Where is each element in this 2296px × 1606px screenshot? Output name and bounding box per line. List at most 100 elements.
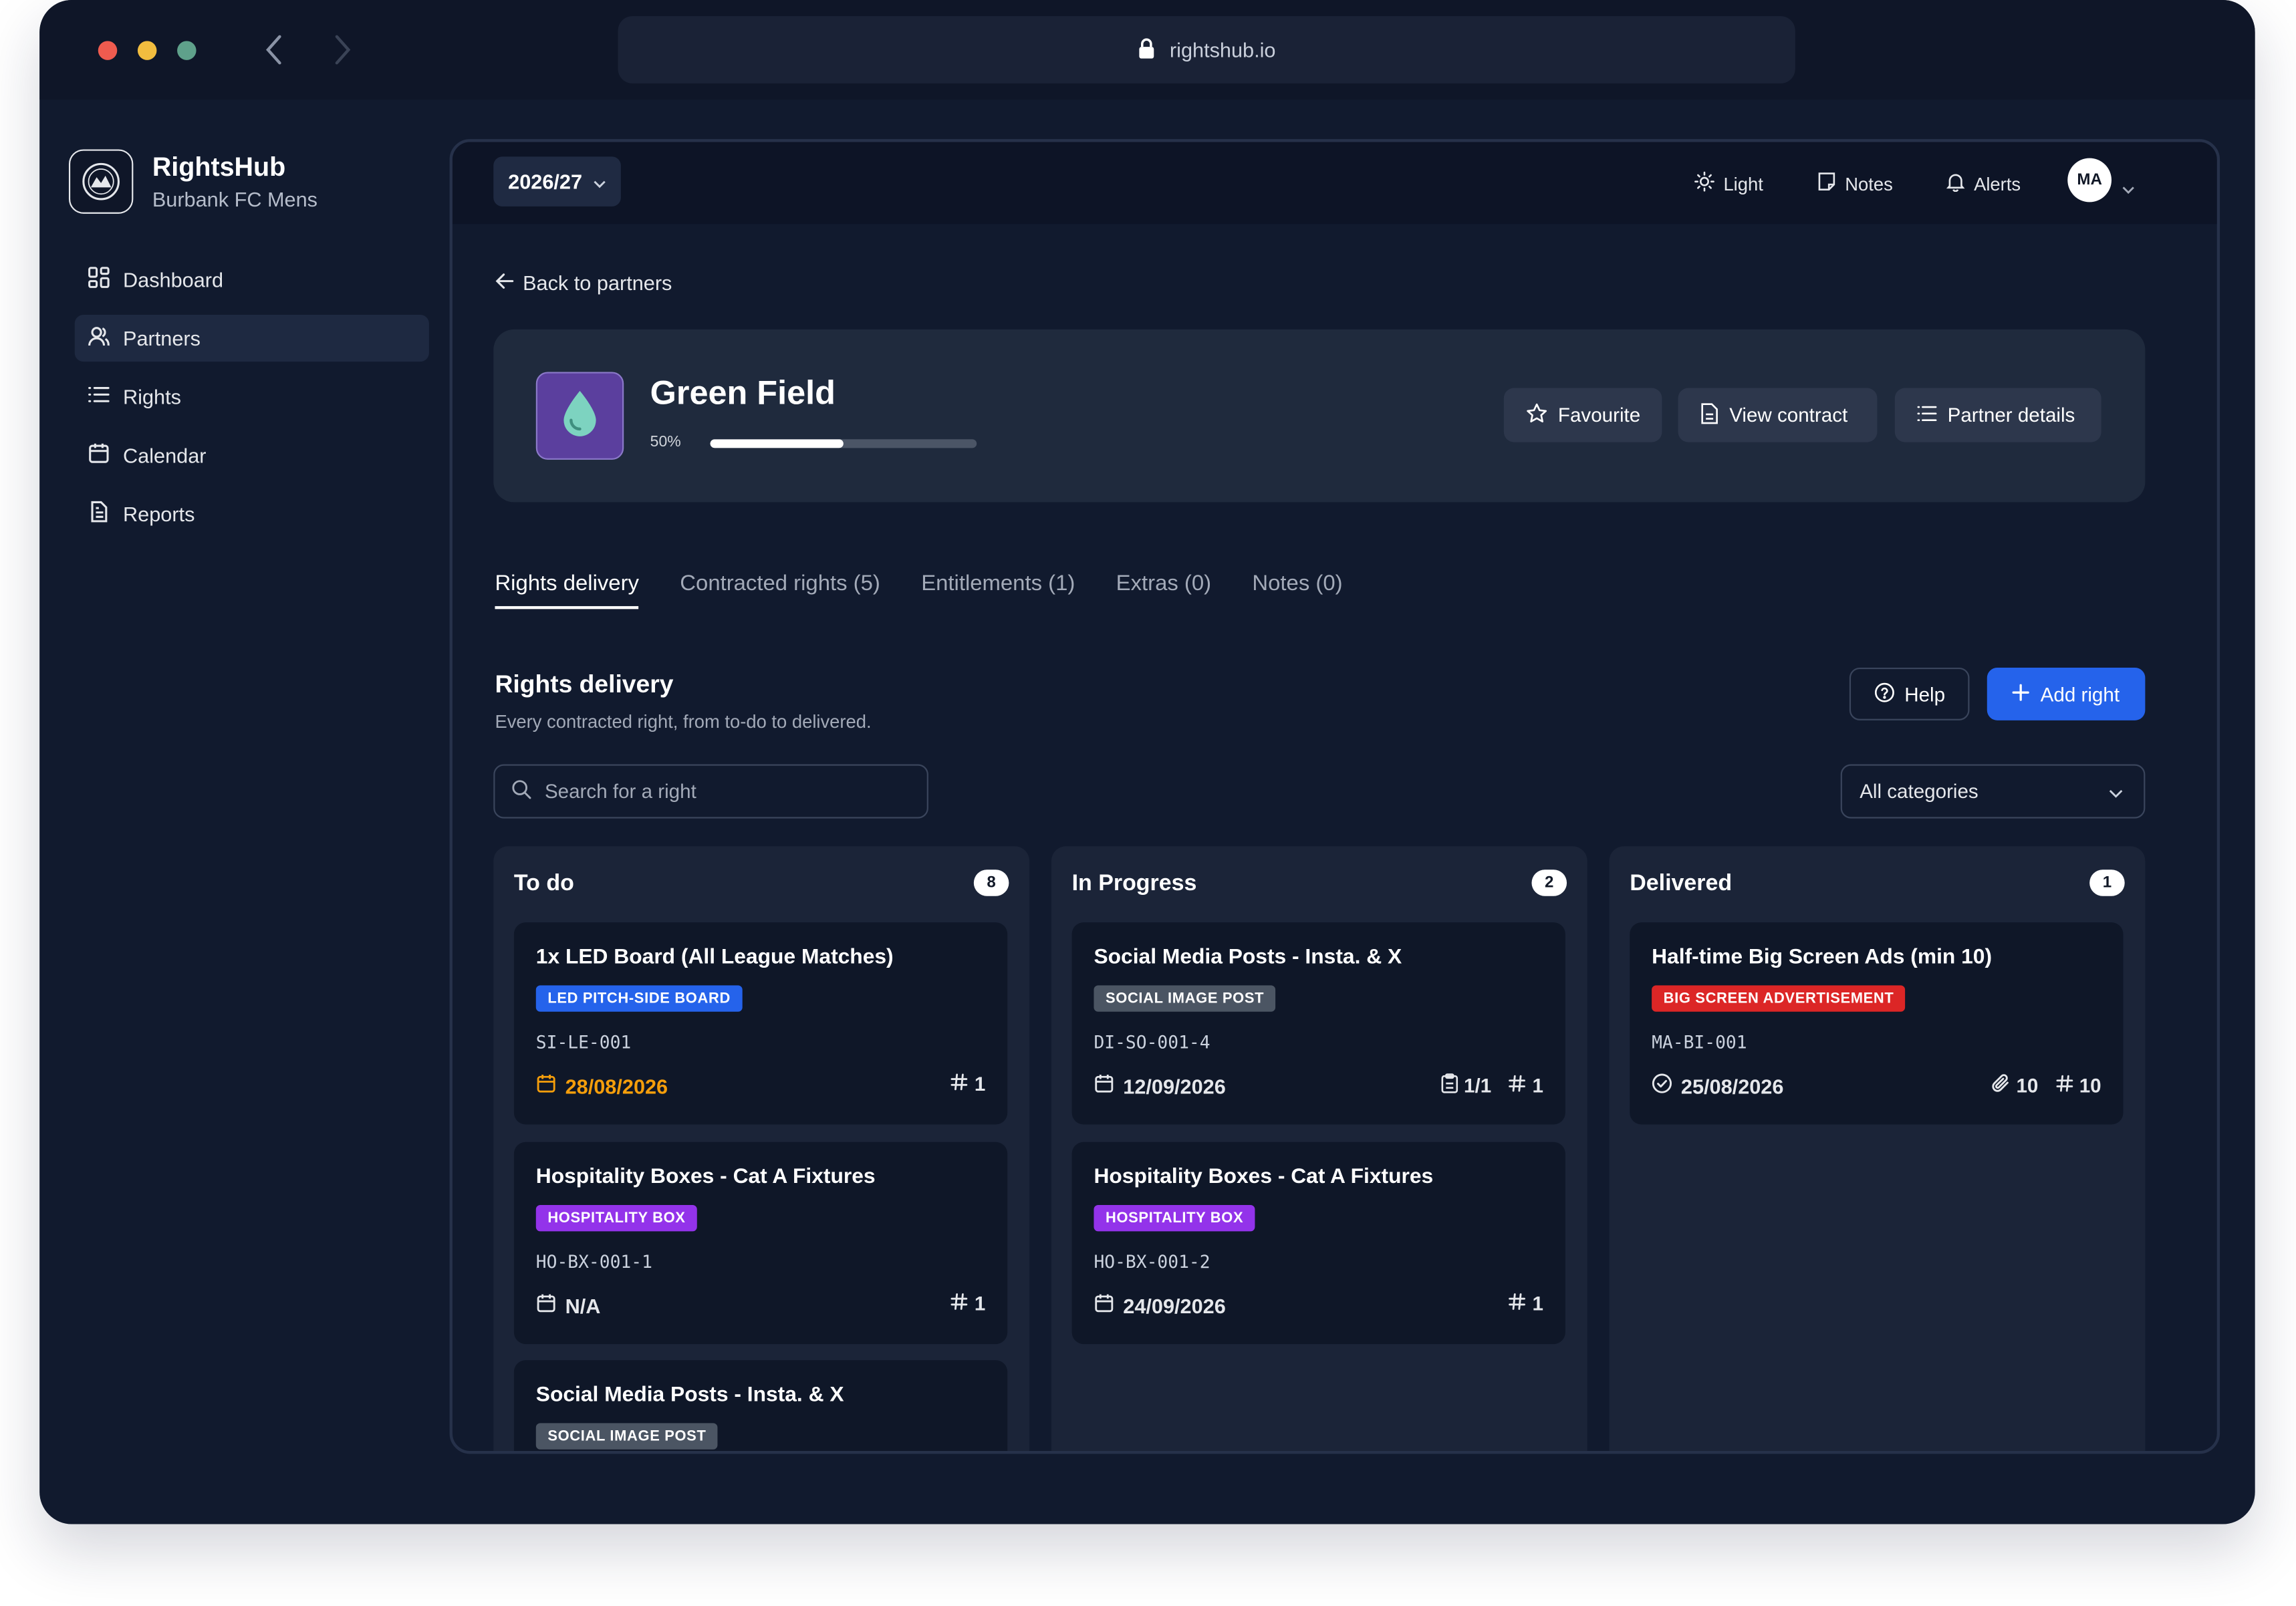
column-count-badge: 2 — [1531, 869, 1567, 896]
note-icon — [1817, 171, 1845, 196]
check-circle-icon — [1652, 1073, 1681, 1098]
partner-details-button[interactable]: Partner details — [1894, 388, 2101, 442]
search-icon — [511, 779, 545, 803]
sidebar-item-label: Dashboard — [123, 267, 224, 291]
tab-rights-delivery[interactable]: Rights delivery — [495, 571, 639, 610]
url-text: rightshub.io — [1169, 37, 1276, 62]
category-tag: LED PITCH-SIDE BOARD — [535, 985, 743, 1012]
sidebar-item-partners[interactable]: Partners — [74, 315, 429, 362]
card-meta: 1 — [1491, 1293, 1543, 1315]
account-chevron-icon[interactable] — [2122, 176, 2135, 202]
hash-icon — [951, 1293, 975, 1315]
list-icon — [88, 384, 123, 410]
calendar-icon — [88, 442, 123, 469]
due-date: 12/09/2026 — [1094, 1073, 1226, 1098]
users-icon — [88, 325, 123, 351]
right-card[interactable]: Hospitality Boxes - Cat A Fixtures HOSPI… — [1071, 1142, 1565, 1345]
category-tag: HOSPITALITY BOX — [1094, 1204, 1255, 1232]
favourite-button[interactable]: Favourite — [1503, 388, 1662, 442]
alerts-button[interactable]: Alerts — [1946, 171, 2021, 196]
back-to-partners-link[interactable]: Back to partners — [495, 271, 672, 294]
right-code: MA-BI-001 — [1652, 1032, 1747, 1053]
theme-toggle-button[interactable]: Light — [1694, 171, 1763, 196]
plus-icon — [2013, 683, 2041, 705]
board-column-delivered: Delivered 1 Half-time Big Screen Ads (mi… — [1609, 846, 2146, 1451]
quantity: 10 — [2056, 1075, 2101, 1097]
right-card[interactable]: Social Media Posts - Insta. & X SOCIAL I… — [1071, 922, 1565, 1125]
due-date: 28/08/2026 — [536, 1073, 668, 1098]
sidebar-item-label: Rights — [123, 385, 181, 409]
partner-details-label: Partner details — [1947, 404, 2075, 426]
notes-button[interactable]: Notes — [1817, 171, 1893, 196]
search-input[interactable]: Search for a right — [493, 764, 928, 819]
section-subtitle: Every contracted right, from to-do to de… — [495, 711, 872, 732]
quantity-value: 1 — [974, 1293, 986, 1315]
calendar-icon — [1094, 1073, 1123, 1098]
due-date: N/A — [536, 1293, 600, 1317]
clipboard-icon — [1440, 1073, 1464, 1098]
due-date: 24/09/2026 — [1094, 1293, 1226, 1317]
delivery-progress-bar — [710, 439, 977, 448]
minimize-window-button[interactable] — [137, 41, 157, 60]
back-label: Back to partners — [523, 271, 672, 295]
category-tag: SOCIAL IMAGE POST — [1094, 985, 1276, 1012]
favourite-label: Favourite — [1557, 404, 1641, 426]
close-window-button[interactable] — [98, 41, 118, 60]
maximize-window-button[interactable] — [177, 41, 197, 60]
due-date-value: 12/09/2026 — [1123, 1073, 1226, 1097]
help-circle-icon — [1874, 682, 1904, 706]
view-contract-button[interactable]: View contract — [1678, 388, 1878, 442]
column-title: Delivered — [1630, 871, 1733, 896]
user-avatar[interactable]: MA — [2067, 158, 2112, 203]
theme-label: Light — [1723, 173, 1763, 194]
quantity: 1 — [951, 1293, 986, 1315]
help-label: Help — [1904, 682, 1946, 705]
sidebar-item-dashboard[interactable]: Dashboard — [75, 256, 429, 303]
club-name: Burbank FC Mens — [152, 187, 318, 211]
add-right-button[interactable]: Add right — [1987, 667, 2146, 720]
partner-header-card: Green Field 50% Favourite View contract … — [493, 329, 2146, 503]
sidebar-item-rights[interactable]: Rights — [75, 374, 429, 420]
sidebar-item-calendar[interactable]: Calendar — [75, 432, 429, 479]
forward-arrow-icon[interactable] — [332, 32, 353, 75]
tab-extras[interactable]: Extras (0) — [1116, 571, 1211, 609]
section-title: Rights delivery — [495, 670, 674, 698]
delivered-date: 25/08/2026 — [1652, 1073, 1783, 1098]
card-title: Hospitality Boxes - Cat A Fixtures — [535, 1165, 876, 1189]
partner-name: Green Field — [650, 373, 836, 412]
checklist: 1/1 — [1440, 1073, 1491, 1098]
tab-notes[interactable]: Notes (0) — [1252, 571, 1342, 609]
file-icon — [88, 501, 123, 527]
water-drop-icon — [559, 387, 600, 444]
bell-icon — [1946, 171, 1974, 196]
sidebar-nav: Dashboard Partners Rights Calendar Repor… — [74, 256, 429, 549]
partner-tabs: Rights delivery Contracted rights (5) En… — [495, 571, 1383, 610]
tab-entitlements[interactable]: Entitlements (1) — [921, 571, 1075, 609]
right-card[interactable]: Hospitality Boxes - Cat A Fixtures HOSPI… — [513, 1142, 1008, 1345]
column-count-badge: 1 — [2089, 869, 2125, 896]
sun-icon — [1694, 171, 1724, 196]
season-selector[interactable]: 2026/27 — [493, 156, 621, 207]
right-card[interactable]: Social Media Posts - Insta. & X SOCIAL I… — [513, 1360, 1008, 1451]
progress-percent: 50% — [650, 433, 681, 451]
club-logo — [68, 149, 134, 214]
quantity-value: 1 — [1532, 1293, 1543, 1315]
lock-icon — [1138, 37, 1170, 62]
tab-contracted-rights[interactable]: Contracted rights (5) — [680, 571, 880, 609]
right-card[interactable]: 1x LED Board (All League Matches) LED PI… — [513, 922, 1008, 1125]
brand: RightsHub Burbank FC Mens — [68, 149, 318, 214]
address-bar[interactable]: rightshub.io — [618, 16, 1795, 84]
category-select[interactable]: All categories — [1840, 764, 2146, 819]
help-button[interactable]: Help — [1849, 667, 1970, 720]
chevron-down-icon — [592, 170, 606, 193]
due-date-value: 24/09/2026 — [1123, 1293, 1226, 1317]
partner-logo — [535, 372, 624, 460]
hash-icon — [951, 1073, 975, 1095]
back-arrow-icon[interactable] — [263, 32, 284, 75]
hash-icon — [1509, 1075, 1532, 1097]
sidebar-item-reports[interactable]: Reports — [75, 491, 429, 537]
right-card[interactable]: Half-time Big Screen Ads (min 10) BIG SC… — [1630, 922, 2124, 1125]
column-title: In Progress — [1071, 871, 1197, 896]
right-code: HO-BX-001-1 — [535, 1252, 652, 1273]
document-icon — [1700, 402, 1729, 428]
